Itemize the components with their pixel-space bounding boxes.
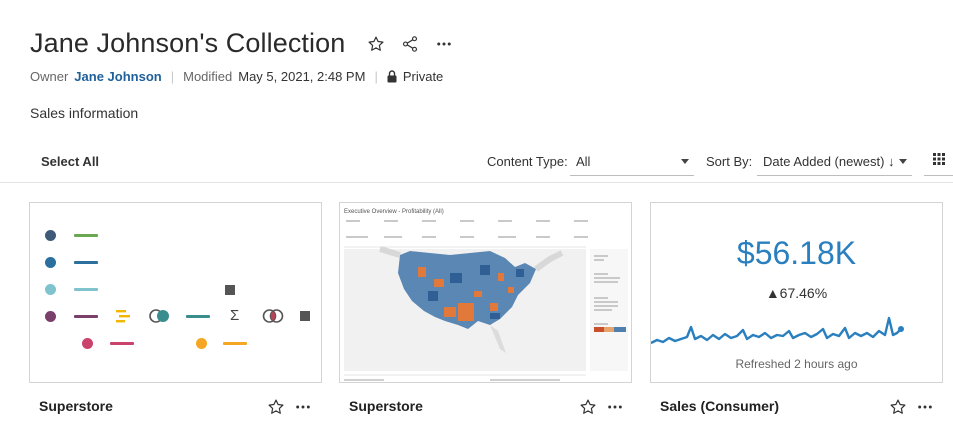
card-thumbnail[interactable]: Executive Overview - Profitability (All) [339,202,632,383]
collection-metadata: Owner Jane Johnson | Modified May 5, 202… [30,69,443,84]
sparkline [651,316,904,345]
divider: | [170,69,175,84]
lock-icon [387,70,397,83]
modified-label: Modified [183,69,233,84]
grid-view-button[interactable] [924,147,953,176]
content-card: $56.18K ▲67.46% Refreshed 2 hours ago Sa… [650,202,943,414]
privacy-label: Private [402,69,444,84]
select-all-button[interactable]: Select All [41,154,99,169]
sort-by-label: Sort By: [706,154,753,169]
owner-link[interactable]: Jane Johnson [74,69,161,84]
chevron-down-icon [899,158,907,164]
star-icon[interactable] [366,34,386,54]
divider: | [374,69,378,84]
sigma-icon: Σ [230,307,240,324]
legend-line-icon [223,342,247,345]
content-type-label: Content Type: [487,154,568,169]
legend-line-icon [186,315,210,318]
legend-dot-icon [196,338,207,349]
star-icon[interactable] [889,398,907,421]
content-type-value: All [576,153,591,169]
star-icon[interactable] [579,398,597,421]
more-icon[interactable] [917,400,933,419]
grid-view-icon [932,152,945,170]
square-icon [225,285,235,295]
metric-change: ▲67.46% [765,285,828,301]
owner-label: Owner [30,69,69,84]
legend-line-icon [74,288,98,291]
legend-line-icon [74,234,98,237]
modified-value: May 5, 2021, 2:48 PM [238,69,366,84]
bar-list-icon [116,310,130,328]
card-title[interactable]: Superstore [39,398,113,414]
toolbar: Select All Content Type: All Sort By: Da… [0,145,953,183]
card-thumbnail[interactable]: Σ [29,202,322,383]
more-icon[interactable] [607,400,623,419]
content-type-dropdown[interactable]: All [570,147,694,176]
star-icon[interactable] [267,398,285,421]
legend-dot-icon [45,284,56,295]
legend-dot-icon [45,230,56,241]
page-title: Jane Johnson's Collection [30,28,346,58]
title-actions [366,34,454,54]
card-title[interactable]: Superstore [349,398,423,414]
legend-line-icon [74,261,98,264]
sort-by-dropdown[interactable]: Date Added (newest) ↓ [757,147,912,176]
chevron-down-icon [681,158,689,164]
refreshed-label: Refreshed 2 hours ago [735,357,858,371]
card-thumbnail[interactable]: $56.18K ▲67.46% Refreshed 2 hours ago [650,202,943,383]
legend-line-icon [74,315,98,318]
legend-dot-icon [45,257,56,268]
content-card: Executive Overview - Profitability (All) [339,202,632,414]
sort-by-value: Date Added (newest) ↓ [763,153,895,169]
collection-description: Sales information [30,105,139,121]
legend-dot-icon [82,338,93,349]
card-title[interactable]: Sales (Consumer) [660,398,779,414]
legend-line-icon [110,342,134,345]
venn-icon [262,309,284,328]
more-icon[interactable] [434,34,454,54]
content-card: Σ Superstore [29,202,322,414]
overlap-circles-icon [149,309,171,328]
share-icon[interactable] [400,34,420,54]
dashboard-preview [344,220,628,381]
legend-dot-icon [45,311,56,322]
square-icon [300,311,310,321]
metric-value: $56.18K [736,235,857,271]
more-icon[interactable] [295,400,311,419]
